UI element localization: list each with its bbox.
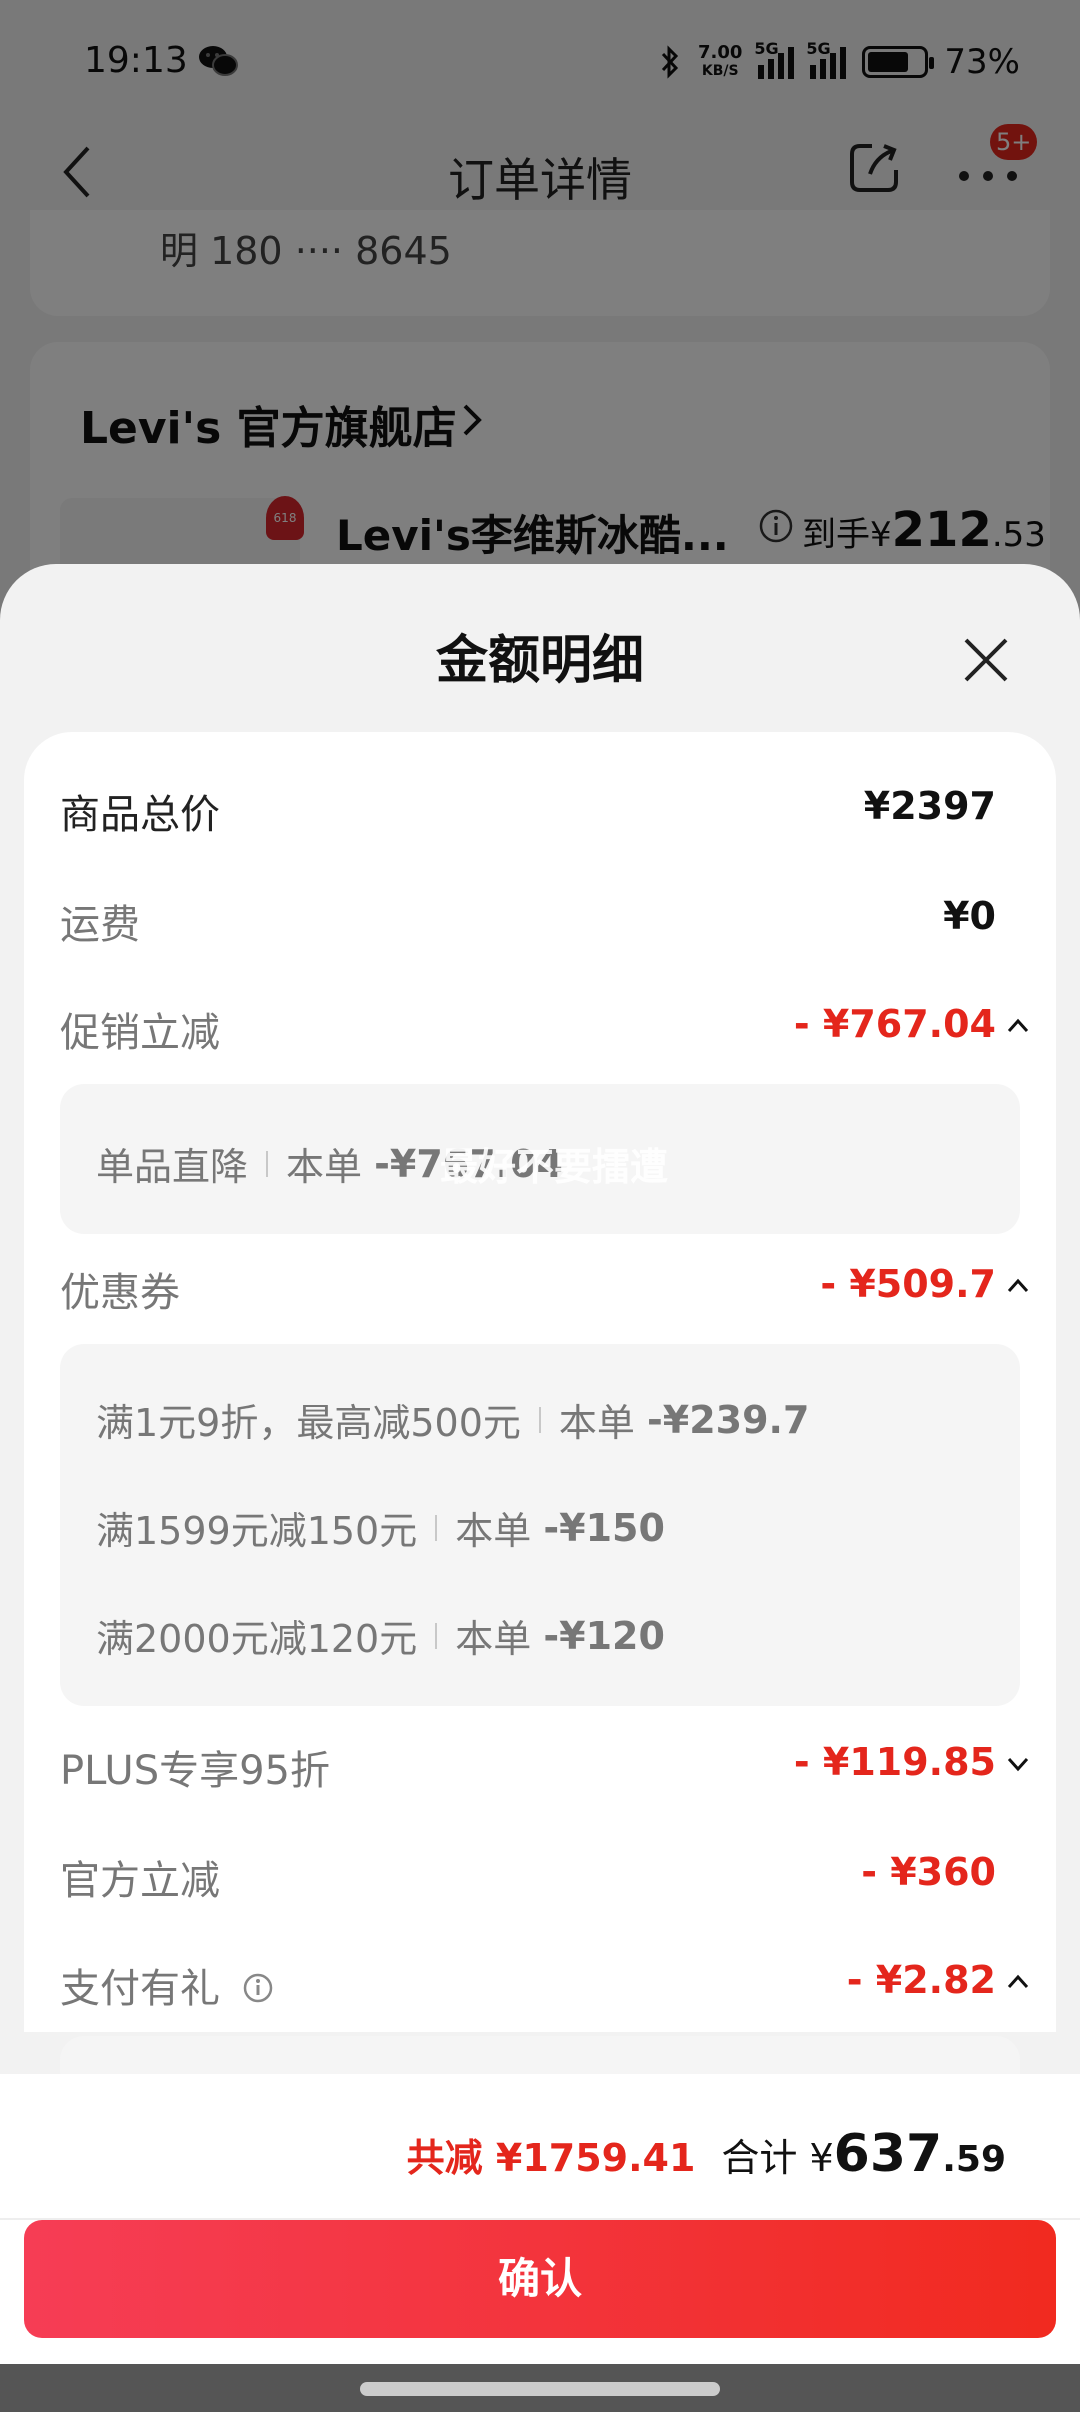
close-icon[interactable] xyxy=(960,634,1012,686)
promo-detail-box: 单品直降 本单 -¥767.04 最好不要擂遭 xyxy=(60,1084,1020,1234)
total-discount: 共减 ¥1759.41 xyxy=(406,2136,696,2180)
plus-value: - ¥119.85 xyxy=(793,1740,996,1784)
coupon-detail-amount-label: 本单 xyxy=(558,1401,635,1445)
coupon-detail-amount: -¥120 xyxy=(543,1613,665,1658)
official-label: 官方立减 xyxy=(60,1858,220,1904)
row-goods-total: 商品总价 ¥2397 xyxy=(24,772,1056,852)
watermark: 最好不要擂遭 xyxy=(440,1145,669,1189)
total-int: 637 xyxy=(833,2124,943,2184)
confirm-button[interactable]: 确认 xyxy=(24,2220,1056,2338)
row-payment[interactable]: 支付有礼 - ¥2.82 xyxy=(24,1946,1056,2026)
row-plus[interactable]: PLUS专享95折 - ¥119.85 xyxy=(24,1728,1056,1808)
promo-value: - ¥767.04 xyxy=(793,1002,996,1046)
row-official: 官方立减 - ¥360 xyxy=(24,1838,1056,1918)
payment-value: - ¥2.82 xyxy=(846,1958,996,2002)
promo-detail-name: 单品直降 xyxy=(96,1145,249,1189)
coupon-detail-box: 满1元9折，最高减500元 本单 -¥239.7 满1599元减150元 本单 … xyxy=(60,1344,1020,1706)
coupon-detail-name: 满1元9折，最高减500元 xyxy=(96,1401,521,1445)
chevron-up-icon[interactable] xyxy=(1006,1276,1030,1296)
coupon-value: - ¥509.7 xyxy=(820,1262,996,1306)
total-dec: .59 xyxy=(942,2139,1006,2180)
chevron-down-icon[interactable] xyxy=(1006,1754,1030,1774)
row-coupon[interactable]: 优惠券 - ¥509.7 xyxy=(24,1250,1056,1330)
row-shipping: 运费 ¥0 xyxy=(24,882,1056,962)
row-promo[interactable]: 促销立减 - ¥767.04 xyxy=(24,990,1056,1070)
coupon-detail-line: 满1元9折，最高减500元 本单 -¥239.7 xyxy=(96,1392,809,1447)
chevron-up-icon[interactable] xyxy=(1006,1016,1030,1036)
total-label: 合计 ¥ xyxy=(721,2136,834,2180)
separator xyxy=(266,1150,269,1177)
separator xyxy=(538,1406,541,1433)
goods-total-value: ¥2397 xyxy=(863,784,996,828)
chevron-up-icon[interactable] xyxy=(1006,1972,1030,1992)
coupon-detail-line: 满2000元减120元 本单 -¥120 xyxy=(96,1608,665,1663)
coupon-detail-name: 满2000元减120元 xyxy=(96,1617,418,1661)
shipping-value: ¥0 xyxy=(943,894,996,938)
total-summary: 共减 ¥1759.41 合计 ¥637.59 xyxy=(407,2124,1006,2184)
sheet-title: 金额明细 xyxy=(435,631,644,691)
coupon-detail-amount: -¥239.7 xyxy=(647,1397,810,1442)
amount-detail-sheet: 金额明细 商品总价 ¥2397 运费 ¥0 促销立减 - ¥767.04 单品直… xyxy=(0,564,1080,2412)
amount-list: 商品总价 ¥2397 运费 ¥0 促销立减 - ¥767.04 单品直降 本单 … xyxy=(24,732,1056,2096)
plus-label: PLUS专享95折 xyxy=(60,1748,330,1794)
payment-label: 支付有礼 xyxy=(60,1966,220,2012)
separator xyxy=(435,1622,438,1649)
info-icon[interactable] xyxy=(242,1972,274,2004)
official-value: - ¥360 xyxy=(861,1850,996,1894)
home-indicator[interactable] xyxy=(360,2382,720,2396)
coupon-detail-amount: -¥150 xyxy=(543,1505,665,1550)
coupon-detail-amount-label: 本单 xyxy=(455,1617,532,1661)
promo-label: 促销立减 xyxy=(60,1010,220,1056)
coupon-detail-amount-label: 本单 xyxy=(455,1509,532,1553)
coupon-label: 优惠券 xyxy=(60,1270,180,1316)
coupon-detail-line: 满1599元减150元 本单 -¥150 xyxy=(96,1500,665,1555)
promo-detail-amount-label: 本单 xyxy=(286,1145,363,1189)
goods-total-label: 商品总价 xyxy=(60,792,220,838)
coupon-detail-name: 满1599元减150元 xyxy=(96,1509,418,1553)
shipping-label: 运费 xyxy=(60,902,140,948)
separator xyxy=(435,1514,438,1541)
